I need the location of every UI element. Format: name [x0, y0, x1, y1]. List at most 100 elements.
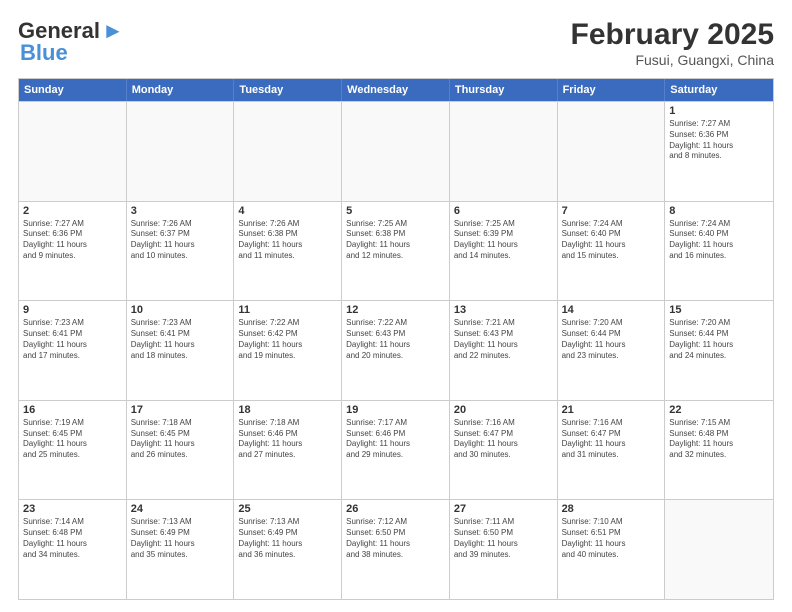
- day-number: 20: [454, 404, 553, 416]
- day-number: 17: [131, 404, 230, 416]
- calendar-cell: [558, 102, 666, 201]
- calendar-cell: 18 Sunrise: 7:18 AM Sunset: 6:46 PM Dayli…: [234, 401, 342, 500]
- calendar-row-4: 16 Sunrise: 7:19 AM Sunset: 6:45 PM Dayli…: [19, 400, 773, 500]
- calendar-cell: 25 Sunrise: 7:13 AM Sunset: 6:49 PM Dayli…: [234, 500, 342, 599]
- day-info: Sunrise: 7:12 AM Sunset: 6:50 PM Dayligh…: [346, 517, 445, 560]
- header-day-monday: Monday: [127, 79, 235, 101]
- header-day-wednesday: Wednesday: [342, 79, 450, 101]
- header-day-tuesday: Tuesday: [234, 79, 342, 101]
- day-info: Sunrise: 7:22 AM Sunset: 6:42 PM Dayligh…: [238, 318, 337, 361]
- logo: General► Blue: [18, 18, 124, 66]
- day-info: Sunrise: 7:10 AM Sunset: 6:51 PM Dayligh…: [562, 517, 661, 560]
- calendar-body: 1 Sunrise: 7:27 AM Sunset: 6:36 PM Daylig…: [19, 101, 773, 599]
- calendar-cell: 19Sunrise: 7:17 AM Sunset: 6:46 PM Dayli…: [342, 401, 450, 500]
- day-number: 15: [669, 304, 769, 316]
- calendar-cell: 21 Sunrise: 7:16 AM Sunset: 6:47 PM Dayli…: [558, 401, 666, 500]
- logo-blue: Blue: [20, 40, 68, 66]
- day-info: Sunrise: 7:23 AM Sunset: 6:41 PM Dayligh…: [23, 318, 122, 361]
- day-number: 5: [346, 205, 445, 217]
- calendar-cell: 15 Sunrise: 7:20 AM Sunset: 6:44 PM Dayli…: [665, 301, 773, 400]
- calendar-subtitle: Fusui, Guangxi, China: [571, 52, 774, 68]
- day-info: Sunrise: 7:21 AM Sunset: 6:43 PM Dayligh…: [454, 318, 553, 361]
- calendar-row-2: 2Sunrise: 7:27 AM Sunset: 6:36 PM Daylig…: [19, 201, 773, 301]
- calendar-cell: [127, 102, 235, 201]
- calendar-cell: 16 Sunrise: 7:19 AM Sunset: 6:45 PM Dayli…: [19, 401, 127, 500]
- day-number: 2: [23, 205, 122, 217]
- day-info: Sunrise: 7:20 AM Sunset: 6:44 PM Dayligh…: [562, 318, 661, 361]
- day-number: 24: [131, 503, 230, 515]
- day-info: Sunrise: 7:20 AM Sunset: 6:44 PM Dayligh…: [669, 318, 769, 361]
- header-day-sunday: Sunday: [19, 79, 127, 101]
- day-info: Sunrise: 7:13 AM Sunset: 6:49 PM Dayligh…: [131, 517, 230, 560]
- day-info: Sunrise: 7:16 AM Sunset: 6:47 PM Dayligh…: [454, 418, 553, 461]
- calendar-cell: 23 Sunrise: 7:14 AM Sunset: 6:48 PM Dayli…: [19, 500, 127, 599]
- day-info: Sunrise: 7:26 AM Sunset: 6:37 PM Dayligh…: [131, 219, 230, 262]
- calendar-cell: 7Sunrise: 7:24 AM Sunset: 6:40 PM Daylig…: [558, 202, 666, 301]
- day-number: 1: [669, 105, 769, 117]
- calendar-cell: 6 Sunrise: 7:25 AM Sunset: 6:39 PM Daylig…: [450, 202, 558, 301]
- day-number: 16: [23, 404, 122, 416]
- day-number: 27: [454, 503, 553, 515]
- calendar-cell: 14 Sunrise: 7:20 AM Sunset: 6:44 PM Dayli…: [558, 301, 666, 400]
- header-day-friday: Friday: [558, 79, 666, 101]
- calendar-cell: 3Sunrise: 7:26 AM Sunset: 6:37 PM Daylig…: [127, 202, 235, 301]
- day-number: 4: [238, 205, 337, 217]
- day-info: Sunrise: 7:16 AM Sunset: 6:47 PM Dayligh…: [562, 418, 661, 461]
- calendar-cell: 28 Sunrise: 7:10 AM Sunset: 6:51 PM Dayli…: [558, 500, 666, 599]
- calendar-cell: [234, 102, 342, 201]
- day-number: 21: [562, 404, 661, 416]
- calendar-cell: 8 Sunrise: 7:24 AM Sunset: 6:40 PM Daylig…: [665, 202, 773, 301]
- day-number: 23: [23, 503, 122, 515]
- day-info: Sunrise: 7:18 AM Sunset: 6:45 PM Dayligh…: [131, 418, 230, 461]
- day-number: 11: [238, 304, 337, 316]
- day-number: 6: [454, 205, 553, 217]
- calendar-cell: 17 Sunrise: 7:18 AM Sunset: 6:45 PM Dayli…: [127, 401, 235, 500]
- day-info: Sunrise: 7:24 AM Sunset: 6:40 PM Dayligh…: [562, 219, 661, 262]
- header: General► Blue February 2025 Fusui, Guang…: [18, 18, 774, 68]
- day-info: Sunrise: 7:18 AM Sunset: 6:46 PM Dayligh…: [238, 418, 337, 461]
- day-info: Sunrise: 7:11 AM Sunset: 6:50 PM Dayligh…: [454, 517, 553, 560]
- calendar-title: February 2025: [571, 18, 774, 52]
- calendar-cell: 22 Sunrise: 7:15 AM Sunset: 6:48 PM Dayli…: [665, 401, 773, 500]
- day-info: Sunrise: 7:19 AM Sunset: 6:45 PM Dayligh…: [23, 418, 122, 461]
- day-info: Sunrise: 7:25 AM Sunset: 6:39 PM Dayligh…: [454, 219, 553, 262]
- day-number: 14: [562, 304, 661, 316]
- day-number: 26: [346, 503, 445, 515]
- day-number: 22: [669, 404, 769, 416]
- day-number: 19: [346, 404, 445, 416]
- calendar-row-5: 23 Sunrise: 7:14 AM Sunset: 6:48 PM Dayli…: [19, 499, 773, 599]
- day-info: Sunrise: 7:15 AM Sunset: 6:48 PM Dayligh…: [669, 418, 769, 461]
- calendar-cell: 5 Sunrise: 7:25 AM Sunset: 6:38 PM Daylig…: [342, 202, 450, 301]
- calendar-cell: 12Sunrise: 7:22 AM Sunset: 6:43 PM Dayli…: [342, 301, 450, 400]
- calendar-cell: 13 Sunrise: 7:21 AM Sunset: 6:43 PM Dayli…: [450, 301, 558, 400]
- calendar-cell: [665, 500, 773, 599]
- day-info: Sunrise: 7:25 AM Sunset: 6:38 PM Dayligh…: [346, 219, 445, 262]
- day-number: 18: [238, 404, 337, 416]
- calendar-cell: 2Sunrise: 7:27 AM Sunset: 6:36 PM Daylig…: [19, 202, 127, 301]
- calendar-cell: 24 Sunrise: 7:13 AM Sunset: 6:49 PM Dayli…: [127, 500, 235, 599]
- day-number: 9: [23, 304, 122, 316]
- title-block: February 2025 Fusui, Guangxi, China: [571, 18, 774, 68]
- calendar-cell: 4Sunrise: 7:26 AM Sunset: 6:38 PM Daylig…: [234, 202, 342, 301]
- day-info: Sunrise: 7:14 AM Sunset: 6:48 PM Dayligh…: [23, 517, 122, 560]
- day-info: Sunrise: 7:24 AM Sunset: 6:40 PM Dayligh…: [669, 219, 769, 262]
- header-day-saturday: Saturday: [665, 79, 773, 101]
- day-info: Sunrise: 7:13 AM Sunset: 6:49 PM Dayligh…: [238, 517, 337, 560]
- calendar-cell: [19, 102, 127, 201]
- calendar-cell: 10Sunrise: 7:23 AM Sunset: 6:41 PM Dayli…: [127, 301, 235, 400]
- day-number: 8: [669, 205, 769, 217]
- calendar-cell: 20 Sunrise: 7:16 AM Sunset: 6:47 PM Dayli…: [450, 401, 558, 500]
- calendar-cell: 1 Sunrise: 7:27 AM Sunset: 6:36 PM Daylig…: [665, 102, 773, 201]
- day-number: 25: [238, 503, 337, 515]
- day-number: 28: [562, 503, 661, 515]
- calendar-row-3: 9 Sunrise: 7:23 AM Sunset: 6:41 PM Daylig…: [19, 300, 773, 400]
- day-info: Sunrise: 7:27 AM Sunset: 6:36 PM Dayligh…: [669, 119, 769, 162]
- header-day-thursday: Thursday: [450, 79, 558, 101]
- day-number: 13: [454, 304, 553, 316]
- page: General► Blue February 2025 Fusui, Guang…: [0, 0, 792, 612]
- calendar-cell: 26 Sunrise: 7:12 AM Sunset: 6:50 PM Dayli…: [342, 500, 450, 599]
- calendar-row-1: 1 Sunrise: 7:27 AM Sunset: 6:36 PM Daylig…: [19, 101, 773, 201]
- calendar-header-row: SundayMondayTuesdayWednesdayThursdayFrid…: [19, 79, 773, 101]
- calendar: SundayMondayTuesdayWednesdayThursdayFrid…: [18, 78, 774, 600]
- day-number: 10: [131, 304, 230, 316]
